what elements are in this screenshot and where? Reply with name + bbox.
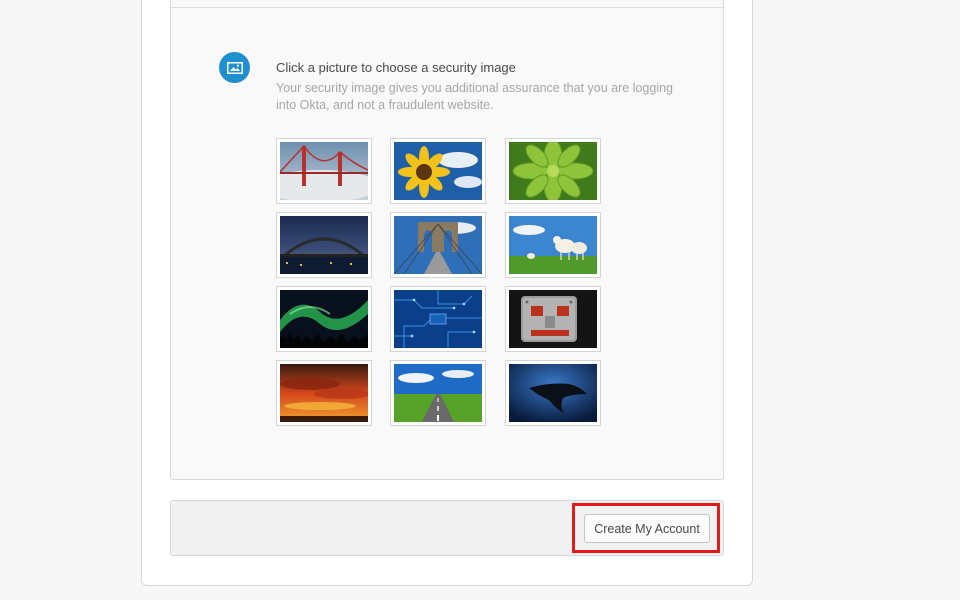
security-image-green-succulent[interactable] [505, 138, 601, 204]
section-divider [171, 7, 723, 8]
section-title: Click a picture to choose a security ima… [276, 60, 516, 75]
security-image-section: Click a picture to choose a security ima… [170, 0, 724, 480]
security-image-golden-gate-bridge[interactable] [276, 138, 372, 204]
security-image-manta-ray[interactable] [505, 360, 601, 426]
security-image-lambs-in-field[interactable] [505, 212, 601, 278]
security-image-sunflower[interactable] [390, 138, 486, 204]
security-image-robot-toy[interactable] [505, 286, 601, 352]
security-image-circuit-board[interactable] [390, 286, 486, 352]
section-description: Your security image gives you additional… [276, 81, 674, 112]
security-image-sydney-harbour-bridge[interactable] [276, 212, 372, 278]
security-image-brooklyn-bridge[interactable] [390, 212, 486, 278]
image-icon [219, 52, 250, 83]
create-account-button[interactable]: Create My Account [584, 514, 710, 543]
security-image-sunset-clouds[interactable] [276, 360, 372, 426]
security-image-aurora-borealis[interactable] [276, 286, 372, 352]
security-image-open-road[interactable] [390, 360, 486, 426]
